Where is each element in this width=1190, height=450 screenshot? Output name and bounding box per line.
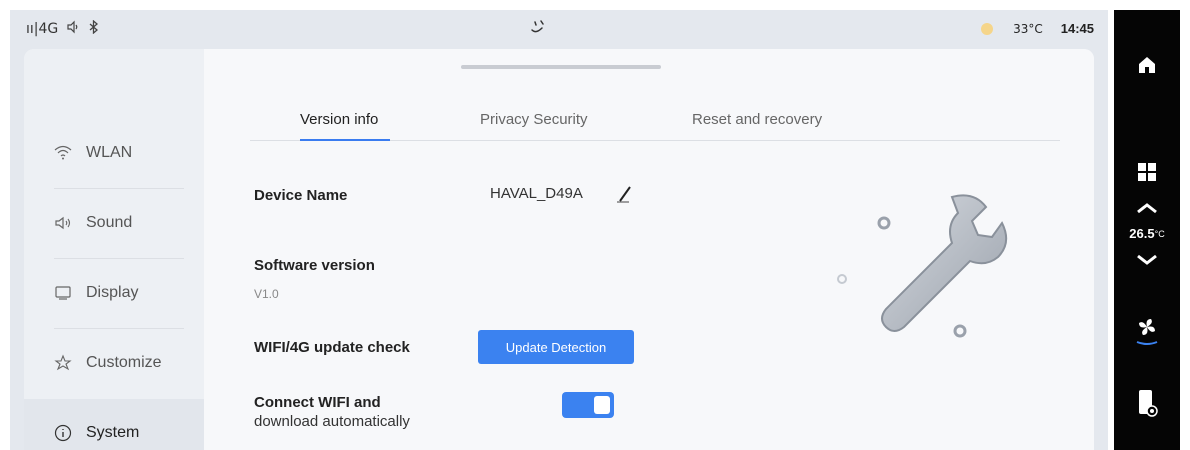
assistant-icon[interactable]: [529, 18, 549, 41]
status-left: ıı|4G: [26, 19, 100, 38]
auto-download-label-line2: download automatically: [254, 413, 410, 430]
wrench-illustration: [834, 179, 1014, 364]
sidebar-item-system[interactable]: System: [24, 399, 204, 450]
tab-privacy-security[interactable]: Privacy Security: [480, 111, 588, 128]
update-check-label: WIFI/4G update check: [254, 339, 410, 356]
apps-icon[interactable]: [1114, 162, 1180, 182]
home-icon[interactable]: [1114, 54, 1180, 76]
settings-content: Version info Privacy Security Reset and …: [204, 49, 1094, 450]
speaker-icon: [54, 214, 72, 232]
clock: 14:45: [1060, 21, 1094, 36]
settings-sidebar: WLAN Sound Display Customize System: [24, 49, 204, 450]
update-detection-button[interactable]: Update Detection: [478, 330, 634, 364]
temp-down-icon[interactable]: [1114, 254, 1180, 266]
climate-temp-value: 26.5: [1129, 226, 1155, 241]
sidebar-item-wlan[interactable]: WLAN: [24, 119, 204, 187]
drag-handle[interactable]: [461, 65, 661, 69]
software-version-value: V1.0: [254, 287, 279, 301]
sidebar-item-label: Customize: [86, 354, 162, 371]
device-name-label: Device Name: [254, 187, 348, 204]
climate-temp-unit: °C: [1154, 228, 1165, 239]
sidebar-item-label: System: [86, 424, 140, 441]
phone-icon[interactable]: [1114, 388, 1180, 418]
customize-icon: [54, 354, 72, 372]
edit-pencil-icon[interactable]: [616, 185, 636, 208]
status-right: 33°C 14:45: [981, 21, 1094, 36]
tab-reset-recovery[interactable]: Reset and recovery: [692, 111, 822, 128]
sidebar-item-label: WLAN: [86, 144, 133, 161]
screen: ıı|4G 33°C 14:45 WLAN Sound Display Cust…: [10, 10, 1108, 450]
weather-sun-icon: [981, 22, 994, 35]
device-name-value: HAVAL_D49A: [490, 185, 583, 202]
toggle-knob: [594, 396, 610, 414]
vehicle-dock: 26.5 °C: [1114, 10, 1180, 450]
signal-indicator: ıı|4G: [26, 21, 59, 37]
auto-download-label-line1: Connect WIFI and: [254, 394, 381, 411]
sidebar-item-display[interactable]: Display: [24, 259, 204, 327]
monitor-icon: [54, 284, 72, 302]
status-bar: ıı|4G 33°C 14:45: [10, 10, 1108, 50]
active-tab-indicator: [300, 139, 390, 141]
temp-up-icon[interactable]: [1114, 202, 1180, 214]
sidebar-item-sound[interactable]: Sound: [24, 189, 204, 257]
sidebar-item-label: Display: [86, 284, 139, 301]
wifi-icon: [54, 144, 72, 162]
sidebar-item-label: Sound: [86, 214, 133, 231]
auto-download-toggle[interactable]: [562, 392, 614, 418]
sidebar-item-customize[interactable]: Customize: [24, 329, 204, 397]
info-icon: [54, 424, 72, 442]
climate-temperature: 26.5 °C: [1114, 226, 1180, 241]
volume-icon: [66, 20, 80, 38]
tab-version-info[interactable]: Version info: [300, 111, 378, 128]
fan-icon[interactable]: [1114, 316, 1180, 346]
software-version-label: Software version: [254, 257, 375, 274]
tab-bar: Version info Privacy Security Reset and …: [250, 111, 1060, 141]
bluetooth-icon: [88, 19, 100, 38]
weather-temperature: 33°C: [1013, 21, 1043, 36]
settings-panel: WLAN Sound Display Customize System Vers…: [24, 49, 1094, 450]
